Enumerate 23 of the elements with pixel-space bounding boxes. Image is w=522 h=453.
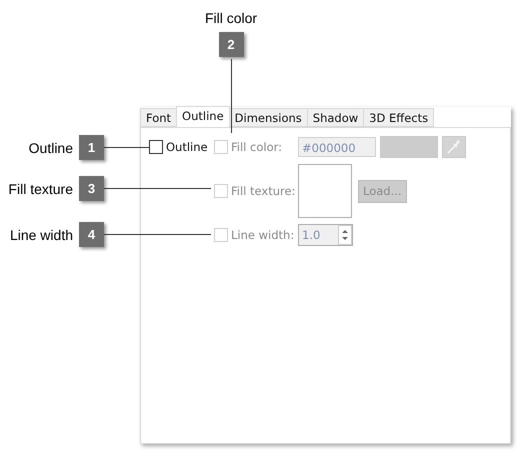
spinner-arrows-icon (338, 225, 352, 245)
tab[interactable]: 3D Effects (363, 108, 434, 127)
checkbox-label: Fill color: (231, 140, 282, 154)
tab[interactable]: Shadow (306, 108, 364, 127)
tab[interactable]: Dimensions (228, 108, 308, 127)
callout-label: Fill color (204, 10, 258, 26)
callout-badge: 4 (79, 222, 104, 247)
callout-badge: 1 (79, 135, 104, 160)
checkbox-label: Fill texture: (231, 184, 296, 198)
callout-label: Outline (28, 140, 73, 156)
eyedropper-icon (446, 139, 462, 155)
callout-badge: 3 (79, 176, 104, 201)
checkbox-label: Line width: (231, 228, 294, 242)
eyedropper-button[interactable] (442, 136, 466, 158)
tab[interactable]: Font (140, 108, 178, 127)
texture-preview (298, 164, 352, 218)
callout-label: Fill texture (8, 180, 73, 196)
callout-label: Line width (10, 226, 73, 242)
callout-badge: 2 (218, 32, 244, 57)
checkbox[interactable] (149, 140, 163, 154)
checkbox-label: Outline (166, 140, 208, 154)
leader-line (104, 147, 149, 148)
color-swatch[interactable] (380, 136, 438, 158)
